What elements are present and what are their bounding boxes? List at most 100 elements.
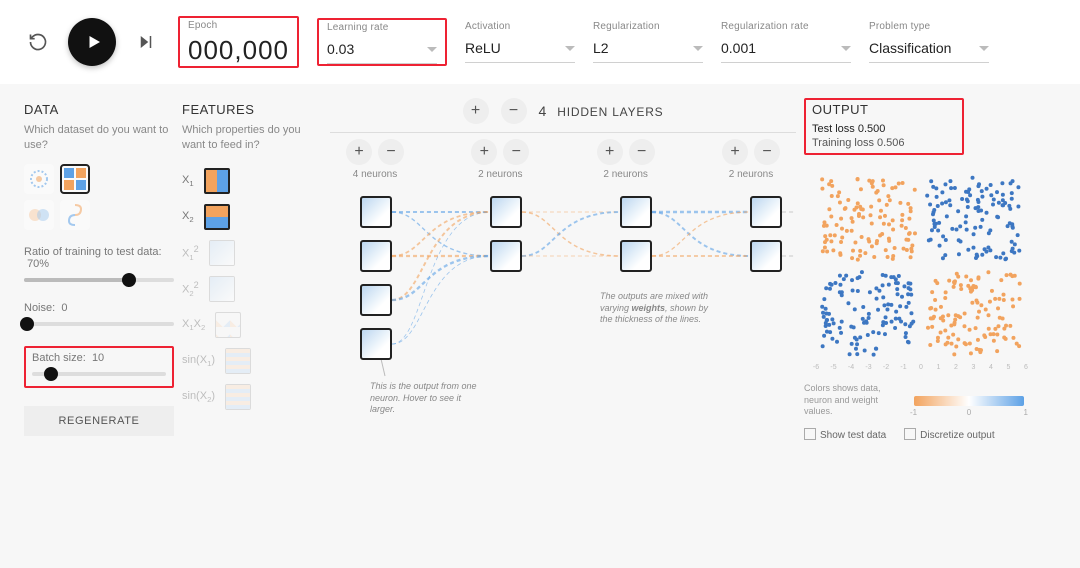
neuron[interactable] [360,284,392,316]
data-panel: DATA Which dataset do you want to use? R… [24,98,174,568]
add-neuron-button[interactable]: + [471,139,497,165]
legend-min: -1 [910,408,917,417]
svg-text:-2: -2 [883,364,889,371]
dataset-spiral[interactable] [60,200,90,230]
regularization-rate-param: Regularization rate 0.001 [721,21,851,63]
noise-slider[interactable] [24,322,174,326]
svg-text:0: 0 [919,364,923,371]
regularization-value: L2 [593,40,609,56]
regularization-param: Regularization L2 [593,21,703,63]
neuron-count: 2 neurons [478,169,522,180]
regenerate-button[interactable]: REGENERATE [24,406,174,436]
features-panel: FEATURES Which properties do you want to… [182,98,322,568]
noise-control: Noise: 0 [24,302,174,326]
svg-text:-4: -4 [848,364,854,371]
dataset-xor[interactable] [60,164,90,194]
svg-text:-1: -1 [900,364,906,371]
svg-text:1: 1 [937,364,941,371]
problem-type-dropdown[interactable]: Classification [869,36,989,63]
reset-button[interactable] [24,28,52,56]
chevron-down-icon [693,46,703,51]
hidden-layers-control: + − 4 HIDDEN LAYERS [330,98,796,124]
step-button[interactable] [132,28,160,56]
batch-value: 10 [92,352,104,364]
svg-text:3: 3 [972,364,976,371]
regularization-label: Regularization [593,21,703,32]
output-heading-box: OUTPUT Test loss 0.500 Training loss 0.5… [804,98,964,155]
chevron-down-icon [427,47,437,52]
neuron[interactable] [360,328,392,360]
svg-text:4: 4 [989,364,993,371]
dataset-circle[interactable] [24,164,54,194]
chevron-down-icon [841,46,851,51]
chevron-down-icon [565,46,575,51]
output-scatter: -6-6-5-5-4-4-3-3-2-2-1-100112233445566 [804,163,1034,373]
output-toggles: Show test data Discretize output [804,428,1056,441]
discretize-checkbox[interactable]: Discretize output [904,428,994,441]
remove-neuron-button[interactable]: − [503,139,529,165]
batch-slider[interactable] [32,372,166,376]
problem-type-label: Problem type [869,21,989,32]
legend-gradient: -1 0 1 [914,396,1024,406]
feature-x1x2[interactable]: X1X2 [182,312,322,338]
svg-text:-3: -3 [865,364,871,371]
epoch-label: Epoch [188,20,289,31]
epoch-param: Epoch 000,000 [178,16,299,68]
feature-thumb [225,348,251,374]
test-loss: Test loss 0.500 [812,123,956,135]
neuron[interactable] [490,196,522,228]
play-button[interactable] [68,18,116,66]
learning-rate-param: Learning rate 0.03 [317,18,447,66]
neuron[interactable] [750,240,782,272]
playback-controls [24,18,160,66]
activation-value: ReLU [465,40,501,56]
feature-sinx2[interactable]: sin(X2) [182,384,322,410]
neuron[interactable] [620,196,652,228]
ratio-control: Ratio of training to test data: 70% [24,246,174,282]
feature-x2[interactable]: X2 [182,204,322,230]
add-neuron-button[interactable]: + [597,139,623,165]
remove-neuron-button[interactable]: − [629,139,655,165]
neuron[interactable] [620,240,652,272]
add-layer-button[interactable]: + [463,98,489,124]
ratio-slider[interactable] [24,278,174,282]
activation-dropdown[interactable]: ReLU [465,36,575,63]
regularization-rate-dropdown[interactable]: 0.001 [721,36,851,63]
layer-head-1: +− 2 neurons [463,139,537,180]
dataset-gauss[interactable] [24,200,54,230]
learning-rate-dropdown[interactable]: 0.03 [327,37,437,64]
neuron-count: 4 neurons [353,169,397,180]
batch-label: Batch size: [32,352,86,364]
feature-x1[interactable]: X1 [182,168,322,194]
tooltip-neuron: This is the output from one neuron. Hove… [370,381,480,416]
neuron-count: 2 neurons [729,169,773,180]
legend-max: 1 [1024,408,1028,417]
neuron[interactable] [490,240,522,272]
regularization-dropdown[interactable]: L2 [593,36,703,63]
noise-value: 0 [61,302,67,314]
layer-head-2: +−2 neurons [589,139,663,180]
remove-layer-button[interactable]: − [501,98,527,124]
feature-thumb [204,204,230,230]
show-test-checkbox[interactable]: Show test data [804,428,886,441]
epoch-value: 000,000 [188,35,289,66]
output-heading: OUTPUT [812,102,956,117]
feature-sinx1[interactable]: sin(X1) [182,348,322,374]
regularization-rate-value: 0.001 [721,40,756,56]
remove-neuron-button[interactable]: − [378,139,404,165]
neuron[interactable] [750,196,782,228]
feature-x2sq[interactable]: X22 [182,276,322,302]
neuron[interactable] [360,196,392,228]
add-neuron-button[interactable]: + [722,139,748,165]
network-wires [330,186,796,486]
network-canvas: This is the output from one neuron. Hove… [330,186,796,486]
neuron[interactable] [360,240,392,272]
remove-neuron-button[interactable]: − [754,139,780,165]
hidden-layer-count: 4 [539,103,548,119]
network-panel: + − 4 HIDDEN LAYERS +−4 neurons+−2 neuro… [330,98,796,568]
layer-head-3: +− 2 neurons [714,139,788,180]
hidden-layers-title: 4 HIDDEN LAYERS [539,103,664,119]
feature-x1sq[interactable]: X12 [182,240,322,266]
add-neuron-button[interactable]: + [346,139,372,165]
feature-label: sin(X2) [182,390,215,404]
